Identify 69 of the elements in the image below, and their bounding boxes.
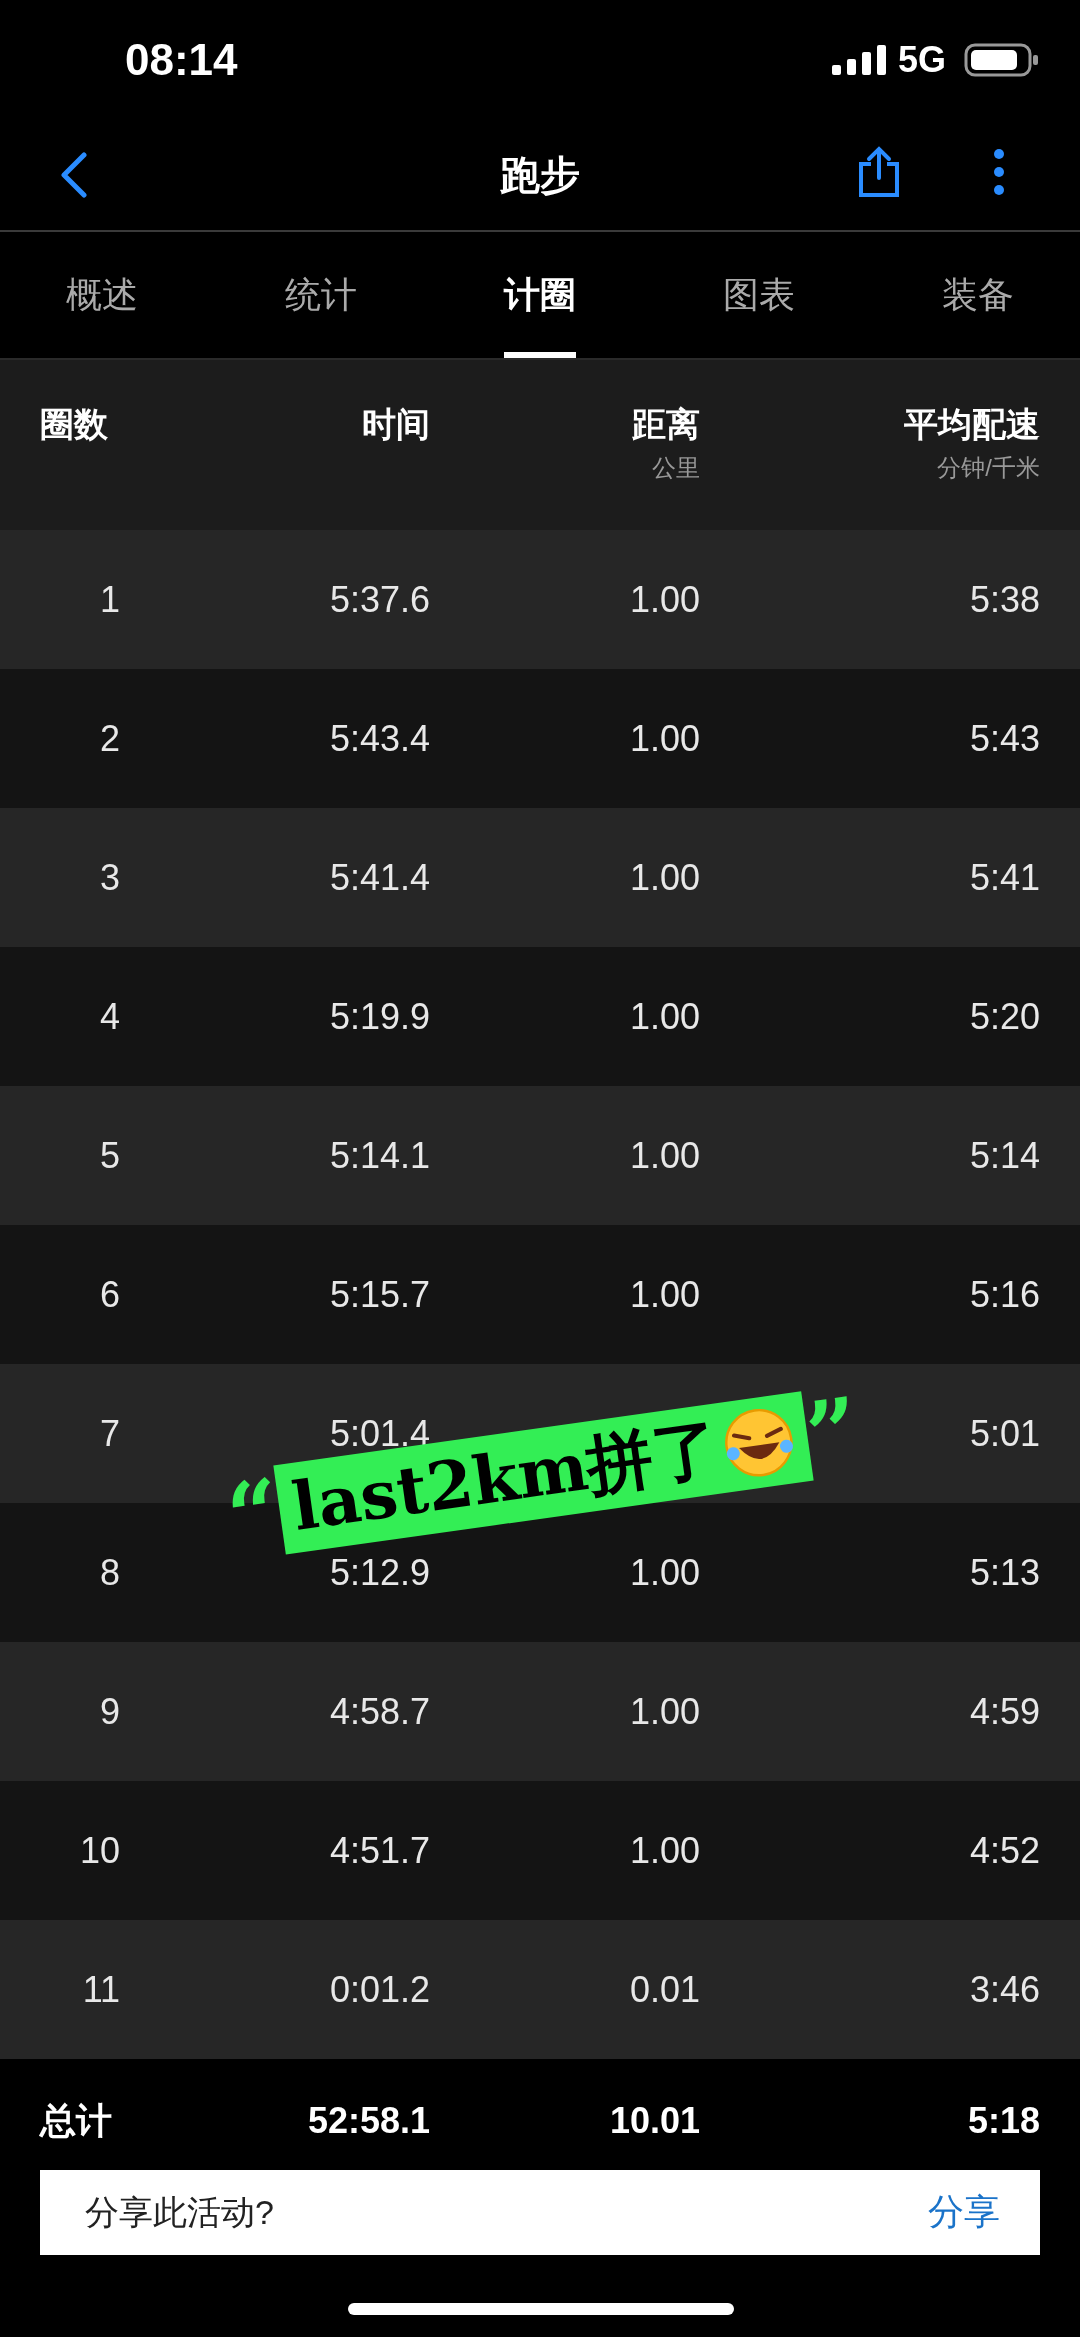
table-cell-text: 总计	[40, 2098, 112, 2143]
column-header: 平均配速	[904, 404, 1040, 445]
table-cell: 5:14	[969, 1134, 1040, 1177]
table-cell: 52:58.1	[307, 2100, 430, 2142]
table-cell: 1.00	[629, 1273, 700, 1316]
tab[interactable]: 统计	[284, 238, 357, 358]
table-cell-text: 1	[99, 578, 121, 621]
table-cell: 1.00	[629, 717, 700, 760]
table-cell: 1.00	[629, 856, 700, 899]
network-label: 5G	[897, 39, 946, 81]
table-cell-text: 10	[79, 1829, 121, 1872]
table-cell-text: 5:01.4	[329, 1412, 430, 1454]
more-icon[interactable]	[993, 148, 1005, 196]
table-cell-text: 2	[99, 717, 121, 760]
quote-mark: ”	[800, 1384, 865, 1481]
table-cell: 5:14.1	[329, 1134, 430, 1177]
share-prompt: 分享此活动?	[85, 2191, 274, 2233]
table-cell: 5:12.9	[329, 1551, 430, 1594]
table-cell: 5:16	[969, 1273, 1040, 1316]
table-cell-text: 6	[99, 1273, 121, 1316]
table-cell-text: 7	[99, 1412, 121, 1455]
column-header: 时间	[362, 404, 430, 445]
page-title: 跑步	[500, 151, 580, 199]
table-cell-text: 11	[82, 1968, 121, 2011]
column-header: 圈数	[40, 404, 108, 445]
signal-icon	[831, 45, 888, 75]
share-button[interactable]: 分享	[928, 2188, 1000, 2237]
table-cell: 4:58.7	[329, 1690, 430, 1733]
back-icon[interactable]	[60, 152, 88, 198]
table-cell: 0:01.2	[329, 1968, 430, 2011]
table-cell: 5:15.7	[329, 1273, 430, 1316]
table-cell: 10.01	[609, 2100, 700, 2142]
column-header: 距离	[632, 404, 700, 445]
table-cell: 5:18	[967, 2100, 1040, 2142]
quote-mark: “	[221, 1465, 286, 1562]
table-cell: 1.00	[629, 1829, 700, 1872]
tab[interactable]: 概述	[65, 238, 138, 358]
table-cell: 0.01	[629, 1968, 700, 2011]
table-cell: 5:38	[969, 578, 1040, 621]
table-cell-text: 8	[99, 1551, 121, 1594]
table-cell-text: 9	[99, 1690, 121, 1733]
table-cell: 5:41.4	[329, 856, 430, 899]
column-unit: 分钟/千米	[937, 453, 1040, 483]
tab[interactable]: 装备	[941, 238, 1014, 358]
table-cell: 1.00	[629, 1690, 700, 1733]
share-icon[interactable]	[857, 146, 901, 198]
status-time: 08:14	[125, 35, 238, 85]
table-cell: 1.00	[629, 578, 700, 621]
table-cell: 4:51.7	[329, 1829, 430, 1872]
table-cell-text: 5	[99, 1134, 121, 1177]
table-cell-text: 4	[99, 995, 121, 1038]
table-cell: 5:43.4	[329, 717, 430, 760]
table-cell: 5:37.6	[329, 578, 430, 621]
column-unit: 公里	[652, 453, 700, 483]
table-cell: 5:20	[969, 995, 1040, 1038]
table-cell: 5:01	[969, 1412, 1040, 1455]
table-cell: 5:43	[969, 717, 1040, 760]
battery-icon	[964, 43, 1040, 77]
table-cell: 5:13	[969, 1551, 1040, 1594]
table-cell: 4:59	[969, 1690, 1040, 1733]
table-cell-text: 3	[99, 856, 121, 899]
table-cell: 3:46	[969, 1968, 1040, 2011]
table-cell: 5:41	[969, 856, 1040, 899]
table-cell: 5:19.9	[329, 995, 430, 1038]
table-cell: 1.00	[629, 1551, 700, 1594]
table-cell: 1.00	[629, 1134, 700, 1177]
table-cell: 1.00	[629, 995, 700, 1038]
tab[interactable]: 图表	[722, 238, 795, 358]
table-cell: 4:52	[969, 1829, 1040, 1872]
